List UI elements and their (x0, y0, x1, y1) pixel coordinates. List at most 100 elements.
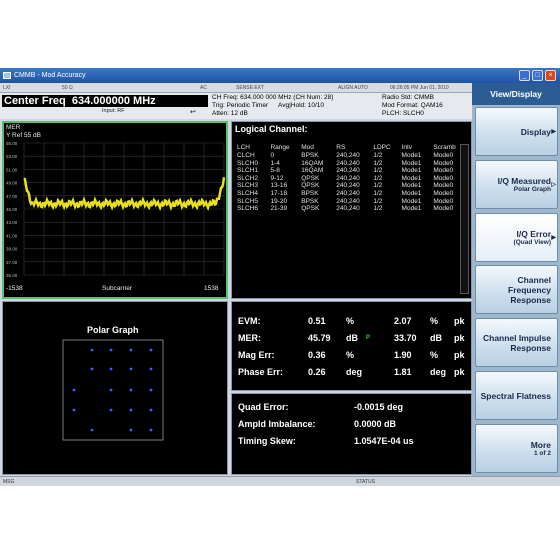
x-min-label: -1538 (6, 285, 23, 292)
softkey-channel-impulse-response[interactable]: Channel Impulse Response (475, 318, 558, 367)
table-row: SLCH4 17-18 BPSK 240,240 1/2 Mode1 Mode0 (236, 190, 468, 198)
constellation-point (129, 348, 133, 352)
table-cell: 1-4 (270, 159, 280, 167)
softkey-more[interactable]: More 1 of 2 (475, 424, 558, 473)
close-button[interactable]: × (545, 70, 556, 81)
center-freq-display[interactable]: Center Freq 634.000000 MHz (2, 95, 208, 107)
metric-peak-label: pk (454, 316, 465, 326)
polar-graph-panel: Polar Graph (2, 301, 228, 475)
softkey-display[interactable]: Display ▶ (475, 107, 558, 156)
app-icon (3, 72, 11, 79)
table-cell: 21-39 (270, 205, 288, 213)
plch-info: PLCH: SLCH0 (382, 110, 424, 117)
table-cell: 1/2 (373, 152, 383, 159)
ch-freq-info: CH Freq: 634.000 000 MHz (CH Num: 28) (212, 94, 334, 101)
softkey-spectral-flatness[interactable]: Spectral Flatness (475, 371, 558, 420)
constellation-point (90, 367, 94, 371)
logical-channel-table: LCH Range Mod RS LDPC Intv Scramb CLCH 0 BPSK 240… (236, 142, 468, 213)
constellation-point (149, 348, 153, 352)
metric-rms-unit: deg (346, 367, 363, 377)
softkey-label: I/Q Error (516, 229, 551, 239)
metric-rms-value: 0.26 (308, 367, 326, 377)
softkey-label: Display (520, 126, 551, 137)
y-tick-label: 49.00 (6, 181, 18, 186)
constellation-point (72, 388, 76, 392)
table-cell: 16QAM (301, 159, 324, 167)
table-cell: Mode1 (401, 152, 422, 159)
maximize-button[interactable]: □ (532, 70, 543, 81)
metric-peak-label: pk (454, 333, 465, 343)
column-header: Mod (301, 143, 314, 151)
softkey-panel: View/Display Display ▶ I/Q Measured Polar G… (472, 83, 560, 476)
datetime-display: 06:26:05 PM Jun 01, 2010 (390, 85, 449, 91)
metric-label: Phase Err: (238, 367, 284, 377)
title-bar: CMMB - Mod Accuracy _ □ × (0, 68, 560, 83)
center-freq-value: 634.000000 MHz (71, 95, 156, 107)
quad-value: 1.0547E-04 us (354, 436, 414, 446)
y-tick-label: 41.00 (6, 233, 18, 238)
metric-row: EVM: 0.51% 2.07% pk (238, 316, 468, 330)
metric-rms-unit: dB (346, 333, 358, 343)
align-indicator: ALIGN AUTO (338, 85, 368, 91)
table-cell: 1/2 (373, 182, 383, 190)
input-label: Input: RF (102, 108, 125, 114)
softkey-i-q-error[interactable]: I/Q Error (Quad View) ▶ (475, 213, 558, 262)
minimize-button[interactable]: _ (519, 70, 530, 81)
bottom-status-bar: MSG STATUS (0, 476, 560, 486)
table-cell: 240,240 (336, 197, 360, 205)
table-cell: 1/2 (373, 197, 383, 205)
metric-peak-unit: % (430, 350, 439, 360)
softkey-menu-header: View/Display (472, 83, 560, 105)
y-tick-label: 45.00 (6, 207, 18, 212)
quad-row: Timing Skew: 1.0547E-04 us (238, 436, 468, 450)
quad-label: Quad Error: (238, 402, 289, 412)
metric-peak-value: 2.07 (394, 316, 412, 326)
table-cell: BPSK (301, 189, 319, 197)
table-cell: 240,240 (336, 159, 360, 167)
table-cell: SLCH1 (237, 167, 258, 175)
constellation-point (149, 367, 153, 371)
table-cell: 17-18 (270, 189, 288, 197)
column-header: Intv (401, 143, 413, 151)
softkey-i-q-measured[interactable]: I/Q Measured Polar Graph ▷ (475, 160, 558, 209)
y-tick-label: 39.00 (6, 247, 18, 252)
table-row: SLCH5 19-20 BPSK 240,240 1/2 Mode1 Mode0 (236, 198, 468, 206)
metric-rms-value: 45.79 (308, 333, 331, 343)
metric-rms-unit: % (346, 316, 355, 326)
mer-spectrum-panel[interactable]: MER Y Ref 55 dB 55.00 53.00 51.00 49.00 47.0… (2, 121, 228, 299)
table-scrollbar[interactable] (460, 144, 469, 294)
y-tick-label: 53.00 (6, 154, 18, 159)
logical-channel-title: Logical Channel: (235, 124, 308, 134)
constellation-plot (62, 339, 164, 441)
table-cell: Mode1 (401, 205, 422, 213)
table-cell: 240,240 (336, 152, 360, 159)
table-cell: QPSK (301, 174, 320, 182)
table-cell: 1/2 (373, 159, 383, 167)
x-axis-label: Subcarrier (102, 285, 132, 292)
quad-label: Timing Skew: (238, 436, 296, 446)
table-cell: 16QAM (301, 167, 324, 175)
table-cell: CLCH (237, 152, 255, 159)
constellation-point (149, 408, 153, 412)
table-cell: 5-8 (270, 167, 280, 175)
table-cell: Mode1 (401, 167, 422, 175)
table-cell: Mode1 (401, 189, 422, 197)
table-cell: 19-20 (270, 197, 288, 205)
quad-row: Quad Error: -0.0015 deg (238, 402, 468, 416)
softkey-channel-frequency-response[interactable]: Channel Frequency Response (475, 265, 558, 314)
y-tick-labels: 55.00 53.00 51.00 49.00 47.00 45.00 43.00 41.00… (6, 141, 18, 278)
table-row: SLCH6 21-39 QPSK 240,240 1/2 Mode1 Mode0 (236, 205, 468, 213)
quad-error-panel: Quad Error: -0.0015 deg Ampld Imbalance: 0.… (231, 393, 472, 475)
table-cell: 0 (270, 152, 275, 159)
table-cell: 240,240 (336, 205, 360, 213)
metric-pass-flag: P (366, 335, 371, 341)
metric-peak-unit: dB (430, 333, 442, 343)
column-header: LDPC (373, 143, 391, 151)
table-cell: 13-16 (270, 182, 288, 190)
table-cell: 240,240 (336, 189, 360, 197)
x-max-label: 1538 (204, 285, 219, 292)
table-header-row: LCH Range Mod RS LDPC Intv Scramb (236, 142, 468, 152)
constellation-point (149, 388, 153, 392)
table-cell: 9-12 (270, 174, 284, 182)
table-cell: BPSK (301, 152, 319, 159)
